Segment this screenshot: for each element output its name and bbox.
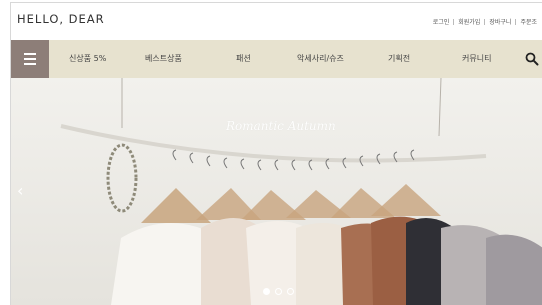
site-logo[interactable]: HELLO, DEAR xyxy=(17,12,105,26)
page-frame: HELLO, DEAR 로그인 회원가입 장바구니 주문조 신상품 5% 베스트… xyxy=(10,2,542,305)
nav-item-exhibition[interactable]: 기획전 xyxy=(388,53,410,64)
hero-banner[interactable]: Romantic Autumn ‹ xyxy=(11,78,542,305)
main-nav: 신상품 5% 베스트상품 패션 악세사리/슈즈 기획전 커뮤니티 xyxy=(11,40,542,78)
nav-item-new[interactable]: 신상품 5% xyxy=(69,53,106,64)
utility-links: 로그인 회원가입 장바구니 주문조 xyxy=(429,17,541,26)
top-header: HELLO, DEAR 로그인 회원가입 장바구니 주문조 xyxy=(11,3,542,38)
nav-item-best[interactable]: 베스트상품 xyxy=(145,53,182,64)
menu-icon[interactable] xyxy=(11,40,49,78)
slider-dot[interactable] xyxy=(275,288,282,295)
hero-image xyxy=(11,78,542,305)
cart-link[interactable]: 장바구니 xyxy=(485,17,515,26)
slider-dots xyxy=(263,288,294,295)
search-icon[interactable] xyxy=(525,52,539,66)
hero-title: Romantic Autumn xyxy=(226,119,336,133)
order-link[interactable]: 주문조 xyxy=(516,17,541,26)
arrow-left-icon[interactable]: ‹ xyxy=(17,181,23,200)
login-link[interactable]: 로그인 xyxy=(429,17,454,26)
nav-item-accessories[interactable]: 악세사리/슈즈 xyxy=(297,53,344,64)
slider-dot[interactable] xyxy=(263,288,270,295)
signup-link[interactable]: 회원가입 xyxy=(454,17,484,26)
nav-item-community[interactable]: 커뮤니티 xyxy=(462,53,491,64)
nav-item-fashion[interactable]: 패션 xyxy=(236,53,251,64)
slider-dot[interactable] xyxy=(287,288,294,295)
